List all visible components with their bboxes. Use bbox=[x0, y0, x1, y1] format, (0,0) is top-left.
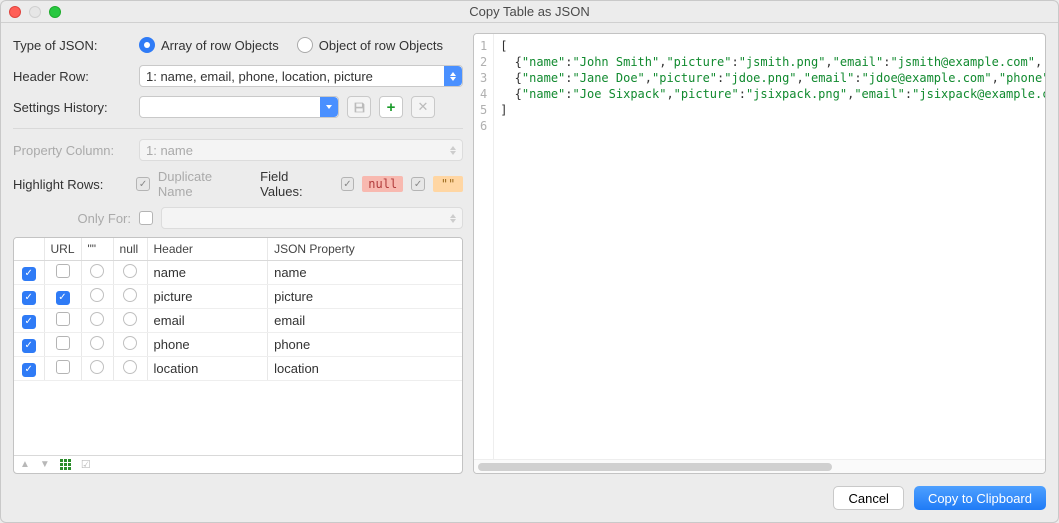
radio-array-of-row-objects[interactable]: Array of row Objects bbox=[139, 37, 279, 53]
quote-radio[interactable] bbox=[90, 264, 104, 278]
table-row[interactable]: ✓ namename bbox=[14, 261, 462, 285]
radio-array-label: Array of row Objects bbox=[161, 38, 279, 53]
checkbox-duplicate-name: ✓ bbox=[136, 177, 150, 191]
radio-object-label: Object of row Objects bbox=[319, 38, 443, 53]
null-radio[interactable] bbox=[123, 336, 137, 350]
include-checkbox[interactable]: ✓ bbox=[22, 267, 36, 281]
json-property-cell[interactable]: name bbox=[268, 261, 462, 285]
checkbox-null-highlight: ✓ bbox=[341, 177, 355, 191]
include-checkbox[interactable]: ✓ bbox=[22, 363, 36, 377]
th-quote[interactable]: "" bbox=[81, 238, 113, 261]
window-title: Copy Table as JSON bbox=[9, 4, 1050, 19]
null-radio[interactable] bbox=[123, 264, 137, 278]
null-radio[interactable] bbox=[123, 288, 137, 302]
th-header[interactable]: Header bbox=[147, 238, 268, 261]
select-header-row-value: 1: name, email, phone, location, picture bbox=[146, 69, 373, 84]
table-row[interactable]: ✓ phonephone bbox=[14, 333, 462, 357]
move-up-button[interactable]: ▲ bbox=[20, 459, 30, 470]
label-field-values: Field Values: bbox=[260, 169, 332, 199]
quote-radio[interactable] bbox=[90, 360, 104, 374]
include-checkbox[interactable]: ✓ bbox=[22, 315, 36, 329]
move-down-button[interactable]: ▼ bbox=[40, 459, 50, 470]
chevron-updown-icon bbox=[444, 208, 462, 228]
horizontal-scrollbar[interactable] bbox=[474, 459, 1045, 473]
select-property-column-value: 1: name bbox=[146, 143, 193, 158]
quote-radio[interactable] bbox=[90, 312, 104, 326]
json-property-cell[interactable]: location bbox=[268, 357, 462, 381]
floppy-icon bbox=[353, 101, 366, 114]
copy-to-clipboard-button[interactable]: Copy to Clipboard bbox=[914, 486, 1046, 510]
checklist-icon[interactable]: ☑ bbox=[81, 458, 91, 471]
minimize-icon[interactable] bbox=[29, 6, 41, 18]
quote-radio[interactable] bbox=[90, 336, 104, 350]
th-include[interactable] bbox=[14, 238, 44, 261]
url-checkbox[interactable] bbox=[56, 336, 70, 350]
close-icon[interactable] bbox=[9, 6, 21, 18]
chevron-updown-icon bbox=[444, 140, 462, 160]
null-radio[interactable] bbox=[123, 360, 137, 374]
select-settings-history[interactable] bbox=[139, 96, 339, 118]
checkbox-only-for bbox=[139, 211, 153, 225]
checkbox-empty-highlight: ✓ bbox=[411, 177, 425, 191]
url-checkbox[interactable]: ✓ bbox=[56, 291, 70, 305]
columns-table: URL "" null Header JSON Property ✓ namena… bbox=[14, 238, 462, 381]
badge-empty: "" bbox=[433, 176, 463, 192]
include-checkbox[interactable]: ✓ bbox=[22, 339, 36, 353]
table-row[interactable]: ✓ emailemail bbox=[14, 309, 462, 333]
th-url[interactable]: URL bbox=[44, 238, 81, 261]
titlebar: Copy Table as JSON bbox=[1, 1, 1058, 23]
zoom-icon[interactable] bbox=[49, 6, 61, 18]
radio-object-of-row-objects[interactable]: Object of row Objects bbox=[297, 37, 443, 53]
chevron-updown-icon bbox=[444, 66, 462, 86]
cancel-button[interactable]: Cancel bbox=[833, 486, 903, 510]
label-property-column: Property Column: bbox=[13, 143, 131, 158]
label-type-of-json: Type of JSON: bbox=[13, 38, 131, 53]
label-settings-history: Settings History: bbox=[13, 100, 131, 115]
select-property-column: 1: name bbox=[139, 139, 463, 161]
badge-null: null bbox=[362, 176, 403, 192]
quote-radio[interactable] bbox=[90, 288, 104, 302]
th-null[interactable]: null bbox=[113, 238, 147, 261]
th-json[interactable]: JSON Property bbox=[268, 238, 462, 261]
include-checkbox[interactable]: ✓ bbox=[22, 291, 36, 305]
select-header-row[interactable]: 1: name, email, phone, location, picture bbox=[139, 65, 463, 87]
save-settings-button[interactable] bbox=[347, 96, 371, 118]
label-only-for: Only For: bbox=[13, 211, 131, 226]
grid-icon[interactable] bbox=[60, 459, 71, 470]
chevron-down-icon bbox=[320, 97, 338, 117]
url-checkbox[interactable] bbox=[56, 360, 70, 374]
label-highlight-rows: Highlight Rows: bbox=[13, 177, 128, 192]
null-radio[interactable] bbox=[123, 312, 137, 326]
header-cell[interactable]: email bbox=[147, 309, 268, 333]
header-cell[interactable]: picture bbox=[147, 285, 268, 309]
add-settings-button[interactable]: + bbox=[379, 96, 403, 118]
url-checkbox[interactable] bbox=[56, 264, 70, 278]
table-row[interactable]: ✓ ✓ picturepicture bbox=[14, 285, 462, 309]
table-row[interactable]: ✓ locationlocation bbox=[14, 357, 462, 381]
header-cell[interactable]: phone bbox=[147, 333, 268, 357]
label-header-row: Header Row: bbox=[13, 69, 131, 84]
json-property-cell[interactable]: picture bbox=[268, 285, 462, 309]
label-duplicate-name: Duplicate Name bbox=[158, 169, 248, 199]
select-only-for bbox=[161, 207, 463, 229]
json-preview: 123456 [ {"name":"John Smith","picture":… bbox=[473, 33, 1046, 474]
header-cell[interactable]: location bbox=[147, 357, 268, 381]
json-property-cell[interactable]: email bbox=[268, 309, 462, 333]
remove-settings-button[interactable]: ✕ bbox=[411, 96, 435, 118]
url-checkbox[interactable] bbox=[56, 312, 70, 326]
header-cell[interactable]: name bbox=[147, 261, 268, 285]
json-property-cell[interactable]: phone bbox=[268, 333, 462, 357]
